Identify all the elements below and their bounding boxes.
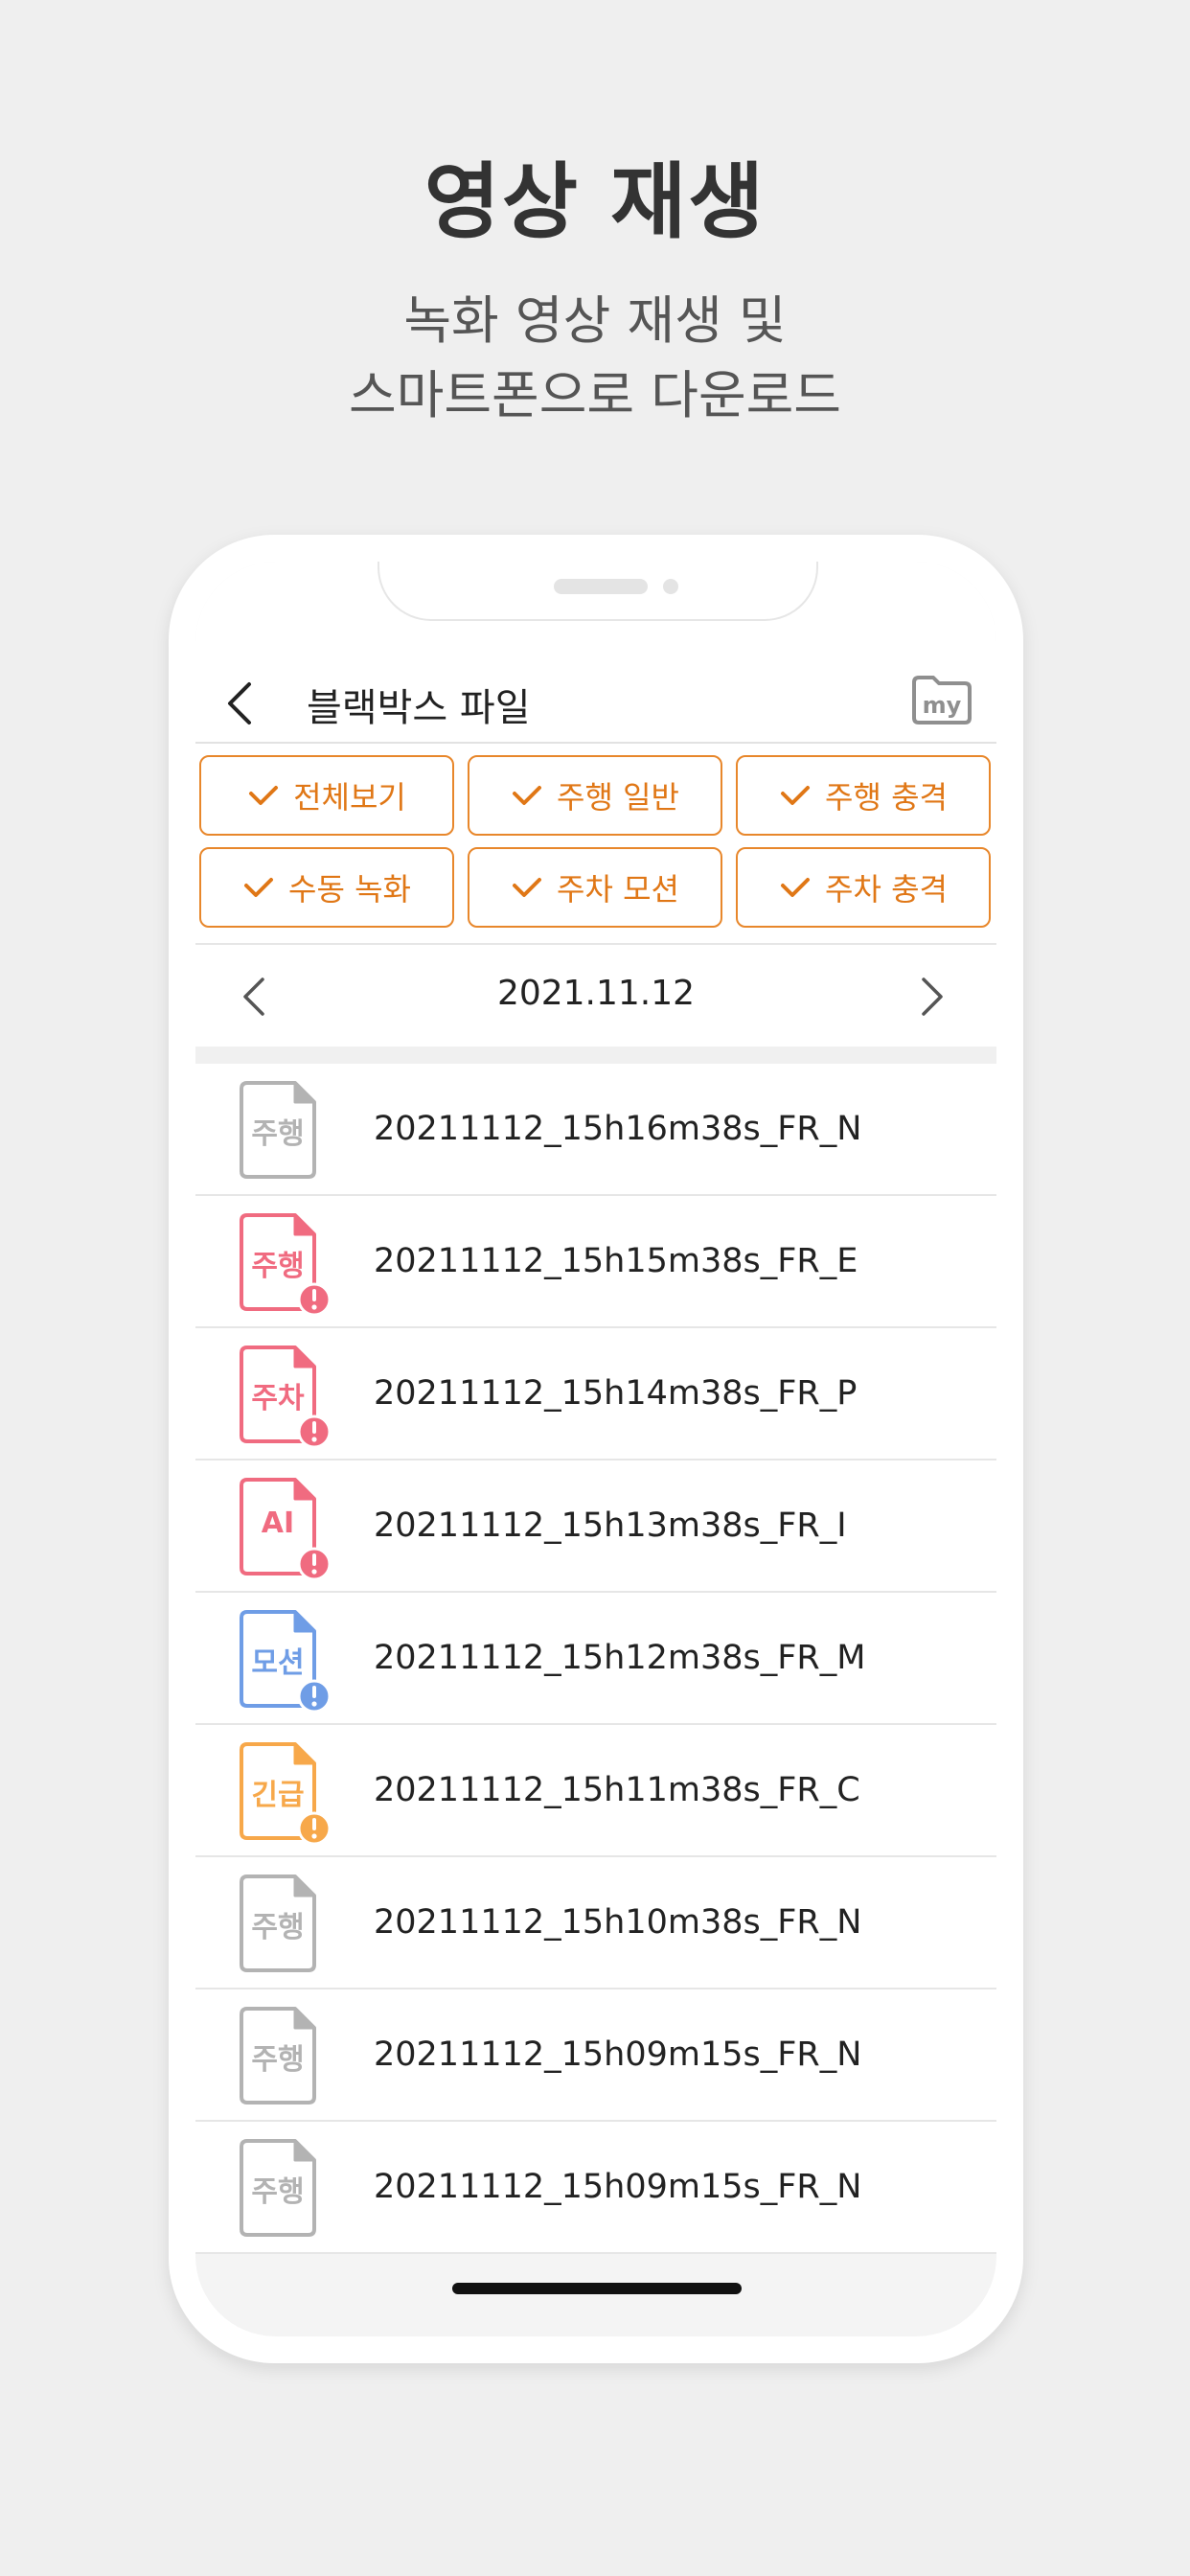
file-type-label: 주차 <box>251 1382 305 1415</box>
file-list-item[interactable]: 주행 20211112_15h16m38s_FR_N <box>195 1064 996 1196</box>
file-name: 20211112_15h15m38s_FR_E <box>374 1242 858 1280</box>
file-list-item[interactable]: 주행 20211112_15h15m38s_FR_E <box>195 1196 996 1328</box>
file-name: 20211112_15h12m38s_FR_M <box>374 1639 866 1677</box>
file-name: 20211112_15h16m38s_FR_N <box>374 1110 862 1148</box>
filter-chip-all[interactable]: 전체보기 <box>199 755 454 836</box>
page-title: 블랙박스 파일 <box>307 686 531 730</box>
file-list-item[interactable]: 주행 20211112_15h09m15s_FR_N <box>195 2122 996 2254</box>
filter-chip-label: 주행 충격 <box>825 779 948 816</box>
promo-subline-1: 녹화 영상 재생 및 <box>403 290 787 351</box>
video-file-icon: 모션 <box>238 1608 333 1714</box>
my-folder-button[interactable]: my <box>910 673 973 726</box>
front-camera <box>663 579 678 594</box>
file-list: 주행 20211112_15h16m38s_FR_N 주행 20211112_15h1… <box>195 1064 996 2254</box>
check-icon <box>513 786 542 805</box>
file-type-label: 주행 <box>251 2175 305 2209</box>
chevron-right-icon <box>922 978 943 1016</box>
filter-chip-label: 전체보기 <box>293 779 406 816</box>
speaker-grille <box>554 579 648 594</box>
current-date: 2021.11.12 <box>496 974 696 1013</box>
video-file-icon: 주행 <box>238 1873 333 1978</box>
check-icon <box>513 878 542 897</box>
file-list-item[interactable]: 긴급 20211112_15h11m38s_FR_C <box>195 1725 996 1857</box>
file-list-item[interactable]: AI 20211112_15h13m38s_FR_I <box>195 1460 996 1593</box>
file-type-label: 긴급 <box>251 1779 305 1812</box>
check-icon <box>244 878 274 897</box>
file-type-label: 주행 <box>251 1911 305 1944</box>
my-folder-label: my <box>922 692 962 719</box>
filter-chip-driving-impact[interactable]: 주행 충격 <box>736 755 991 836</box>
file-type-label: 주행 <box>251 2043 305 2077</box>
phone-frame: 블랙박스 파일 my 전체보기 주행 일반 주행 충격 수동 녹화 주차 모션 … <box>169 535 1023 2363</box>
filter-chip-label: 수동 녹화 <box>288 871 411 908</box>
video-file-icon: AI <box>238 1476 333 1581</box>
filter-chip-label: 주행 일반 <box>557 779 679 816</box>
file-list-item[interactable]: 주행 20211112_15h09m15s_FR_N <box>195 1990 996 2122</box>
check-icon <box>249 786 279 805</box>
app-header: 블랙박스 파일 my <box>195 657 996 744</box>
video-file-icon: 주행 <box>238 2137 333 2242</box>
file-name: 20211112_15h13m38s_FR_I <box>374 1506 847 1545</box>
app-content: 블랙박스 파일 my 전체보기 주행 일반 주행 충격 수동 녹화 주차 모션 … <box>195 562 996 2254</box>
promo-headline: 영상 재생 <box>423 154 767 250</box>
next-date-button[interactable] <box>903 970 956 1024</box>
check-icon <box>781 878 811 897</box>
video-file-icon: 주행 <box>238 1211 333 1317</box>
video-file-icon: 긴급 <box>238 1740 333 1846</box>
file-name: 20211112_15h09m15s_FR_N <box>374 2168 862 2206</box>
home-indicator[interactable] <box>452 2283 742 2294</box>
filter-chip-label: 주차 모션 <box>557 871 679 908</box>
filter-chip-parking-motion[interactable]: 주차 모션 <box>468 847 722 928</box>
date-navigator: 2021.11.12 <box>195 943 996 1046</box>
chevron-left-icon <box>228 682 251 724</box>
phone-screen: 블랙박스 파일 my 전체보기 주행 일반 주행 충격 수동 녹화 주차 모션 … <box>195 562 996 2336</box>
file-name: 20211112_15h11m38s_FR_C <box>374 1771 860 1809</box>
video-file-icon: 주행 <box>238 1079 333 1184</box>
filter-chip-parking-impact[interactable]: 주차 충격 <box>736 847 991 928</box>
file-type-label: 주행 <box>251 1117 305 1151</box>
file-type-label: 모션 <box>251 1646 305 1680</box>
video-file-icon: 주차 <box>238 1344 333 1449</box>
file-name: 20211112_15h09m15s_FR_N <box>374 2036 862 2074</box>
phone-notch <box>378 562 818 621</box>
section-divider <box>195 1046 996 1064</box>
check-icon <box>781 786 811 805</box>
file-type-label: 주행 <box>251 1250 305 1283</box>
file-list-item[interactable]: 모션 20211112_15h12m38s_FR_M <box>195 1593 996 1725</box>
back-button[interactable] <box>215 675 272 732</box>
file-name: 20211112_15h10m38s_FR_N <box>374 1903 862 1942</box>
file-name: 20211112_15h14m38s_FR_P <box>374 1374 858 1413</box>
filter-chip-label: 주차 충격 <box>825 871 948 908</box>
filter-chip-driving-normal[interactable]: 주행 일반 <box>468 755 722 836</box>
filter-chip-manual[interactable]: 수동 녹화 <box>199 847 454 928</box>
file-list-item[interactable]: 주행 20211112_15h10m38s_FR_N <box>195 1857 996 1990</box>
video-file-icon: 주행 <box>238 2005 333 2110</box>
file-type-label: AI <box>261 1506 295 1540</box>
file-list-item[interactable]: 주차 20211112_15h14m38s_FR_P <box>195 1328 996 1460</box>
promo-subline-2: 스마트폰으로 다운로드 <box>349 365 841 426</box>
